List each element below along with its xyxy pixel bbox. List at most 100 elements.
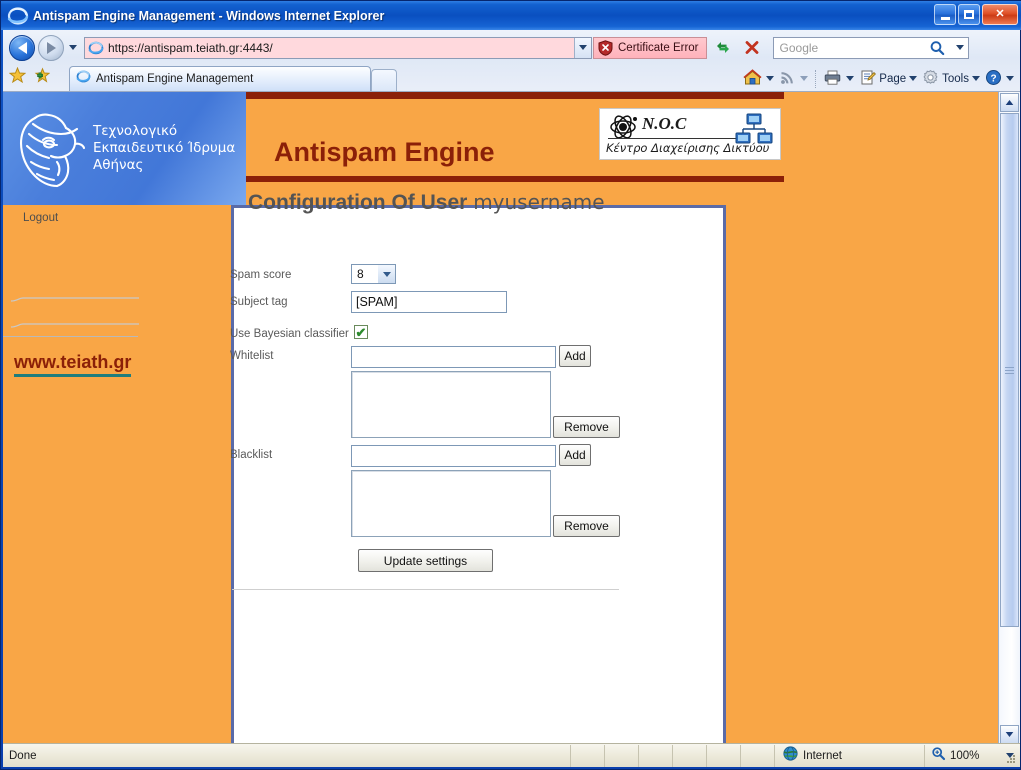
command-tools-label: Tools [942,72,969,85]
favorites-center-icon[interactable] [8,66,27,89]
content-panel: Configuration Of User myusername Spam sc… [230,190,726,745]
status-segment [672,744,706,767]
address-bar[interactable]: https://antispam.teiath.gr:4443/ [84,36,592,59]
status-segment [604,744,638,767]
logout-link[interactable]: Logout [23,212,58,224]
print-menu-caret-icon[interactable] [846,76,855,81]
page-menu-caret-icon[interactable] [909,76,918,81]
window-controls: ✕ [934,4,1018,25]
search-provider-dropdown-icon[interactable] [952,38,968,58]
blacklist-listbox[interactable] [351,470,551,537]
internet-explorer-icon [7,6,29,26]
add-to-favorites-icon[interactable] [33,67,51,89]
address-url-text: https://antispam.teiath.gr:4443/ [108,40,273,55]
spam-score-select[interactable]: 8 [351,264,396,284]
whitelist-input[interactable] [351,346,556,368]
window-title: Antispam Engine Management - Windows Int… [33,8,385,23]
whitelist-remove-button[interactable]: Remove [553,416,620,438]
zoom-level-label: 100% [950,749,980,762]
back-button[interactable] [9,34,35,61]
tools-menu-caret-icon[interactable] [972,76,980,81]
address-dropdown-icon[interactable] [574,37,591,58]
whitelist-listbox[interactable] [351,371,551,438]
spam-score-value: 8 [357,267,364,281]
teiath-site-link[interactable]: www.teiath.gr [14,352,132,377]
scroll-up-button[interactable] [1000,93,1019,112]
whitelist-label: Whitelist [230,350,274,362]
chevron-down-icon[interactable] [378,265,395,283]
scroll-down-button[interactable] [1000,725,1019,744]
home-icon [743,68,762,89]
tab-row: Antispam Engine Management Page Tools ? [3,63,1020,92]
certificate-error-label: Certificate Error [618,41,699,54]
certificate-error-badge[interactable]: Certificate Error [593,36,707,59]
nav-divider [3,336,138,337]
noc-rule [608,138,748,139]
forward-button[interactable] [38,34,64,61]
blacklist-input[interactable] [351,445,556,467]
stop-button[interactable] [739,36,765,60]
minimize-button[interactable] [934,4,956,25]
command-page[interactable]: Page [857,68,919,89]
command-bar: Page Tools ? [741,67,1016,90]
subject-tag-label: Subject tag [230,296,288,308]
noc-logo: N.O.C Κέντρο Διαχείρισης Δικτύου [599,108,781,160]
status-segment [740,744,774,767]
left-navigation: Logout www.teiath.gr [3,205,246,385]
update-settings-button[interactable]: Update settings [358,549,493,572]
resize-grip-icon[interactable] [1005,752,1017,764]
blacklist-label: Blacklist [230,449,273,461]
command-help[interactable]: ? [983,68,1016,89]
status-segment [638,744,672,767]
maximize-button[interactable] [958,4,980,25]
scrollbar-thumb[interactable] [1000,113,1019,627]
close-button[interactable]: ✕ [982,4,1018,25]
search-input[interactable]: Google [780,41,819,55]
svg-text:?: ? [990,73,996,84]
browser-chrome: https://antispam.teiath.gr:4443/ Certifi… [3,30,1020,92]
recent-pages-dropdown-icon[interactable] [66,38,80,58]
checkmark-icon: ✔ [355,324,367,340]
search-icon[interactable] [926,38,950,58]
security-zone[interactable]: Internet [774,744,924,767]
internet-zone-icon [783,745,798,766]
institute-name-line-2: Εκπαιδευτικό Ίδρυμα [93,140,236,156]
status-bar: Done Internet 100% [3,743,1020,767]
command-home[interactable] [741,68,776,89]
command-feeds[interactable] [777,68,810,89]
atom-icon [608,113,642,141]
noc-name: N.O.C [642,114,687,133]
feeds-menu-caret-icon[interactable] [800,76,809,81]
feeds-icon [779,69,796,89]
bayesian-classifier-checkbox[interactable]: ✔ [354,325,368,339]
command-tools[interactable]: Tools [920,68,982,89]
form-divider [232,589,619,590]
blacklist-remove-button[interactable]: Remove [553,515,620,537]
whitelist-add-button[interactable]: Add [559,345,591,367]
blacklist-add-button[interactable]: Add [559,444,591,466]
subject-tag-input[interactable]: [SPAM] [351,291,507,313]
tab-antispam-engine-management[interactable]: Antispam Engine Management [69,66,371,91]
tab-label: Antispam Engine Management [96,73,254,85]
tab-favicon-icon [76,69,91,89]
institute-name: Τεχνολογικό Εκπαιδευτικό Ίδρυμα Αθήνας [93,123,235,174]
configuration-form: Spam score 8 Subject tag [SPAM] Use Baye… [230,208,723,590]
network-computers-icon [734,113,774,145]
status-segment [706,744,740,767]
help-menu-caret-icon[interactable] [1006,76,1014,81]
new-tab-button[interactable] [371,69,397,91]
site-banner: Antispam Engine N.O.C Κέντρο Διαχείρισης… [3,92,784,205]
page-icon [859,69,877,89]
refresh-button[interactable] [710,36,736,60]
banner-title: Antispam Engine [274,137,495,167]
favorites-bar [8,66,51,89]
shield-error-icon [598,39,613,56]
home-menu-caret-icon[interactable] [766,76,775,81]
bayesian-classifier-label: Use Bayesian classifier [230,328,349,340]
search-box[interactable]: Google [772,36,969,59]
page-scrollbar[interactable] [998,92,1020,745]
title-bar: Antispam Engine Management - Windows Int… [1,1,1021,30]
command-print[interactable] [821,68,856,89]
athena-head-icon [13,104,87,194]
logout-tab-shape [10,297,141,329]
